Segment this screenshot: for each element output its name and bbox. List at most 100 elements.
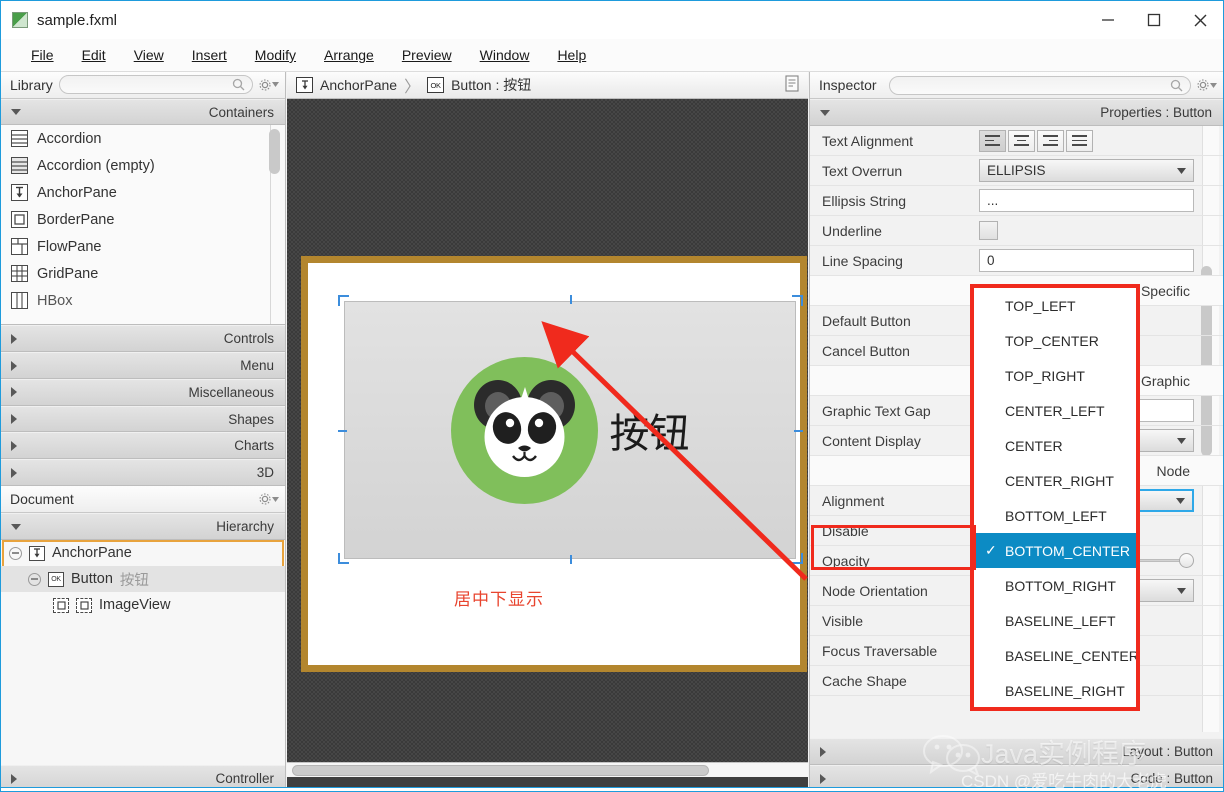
- dropdown-option-bottom-right[interactable]: BOTTOM_RIGHT: [974, 568, 1136, 603]
- menu-arrange[interactable]: Arrange: [310, 44, 388, 66]
- library-item-label: HBox: [37, 292, 73, 309]
- dropdown-option-top-right[interactable]: TOP_RIGHT: [974, 358, 1136, 393]
- document-section-hierarchy[interactable]: Hierarchy: [1, 513, 285, 540]
- library-item-borderpane[interactable]: BorderPane: [1, 206, 285, 233]
- selection-handle-tl[interactable]: [338, 295, 349, 306]
- menu-modify[interactable]: Modify: [241, 44, 310, 66]
- library-item-label: AnchorPane: [37, 184, 117, 201]
- line-spacing-input[interactable]: 0: [979, 249, 1194, 272]
- library-scrollbar-track[interactable]: [269, 125, 283, 325]
- collapse-toggle-icon[interactable]: [28, 572, 41, 586]
- selection-handle-ml[interactable]: [338, 425, 349, 436]
- ellipsis-string-input[interactable]: ...: [979, 189, 1194, 212]
- option-label: TOP_LEFT: [1005, 297, 1076, 314]
- layout-section-label: Layout : Button: [1122, 744, 1213, 759]
- selection-handle-mr[interactable]: [794, 425, 805, 436]
- property-label: Cache Shape: [822, 672, 907, 689]
- inspector-section-layout[interactable]: Layout : Button: [810, 738, 1223, 765]
- menu-view[interactable]: View: [120, 44, 178, 66]
- library-section-shapes[interactable]: Shapes: [1, 405, 285, 433]
- align-left-button[interactable]: [979, 129, 1006, 152]
- canvas-hscrollbar-thumb[interactable]: [292, 765, 709, 776]
- chevron-right-icon: [11, 360, 17, 371]
- dropdown-option-baseline-center[interactable]: BASELINE_CENTER: [974, 638, 1136, 673]
- menu-arrange-label: Arrange: [324, 47, 374, 63]
- underline-checkbox[interactable]: [979, 221, 998, 240]
- canvas-button[interactable]: 按钮: [344, 301, 796, 559]
- library-item-accordion-empty[interactable]: Accordion (empty): [1, 152, 285, 179]
- library-item-flowpane[interactable]: FlowPane: [1, 233, 285, 260]
- library-section-miscellaneous-label: Miscellaneous: [188, 384, 274, 400]
- dropdown-option-center[interactable]: CENTER: [974, 428, 1136, 463]
- alignment-dropdown[interactable]: TOP_LEFT TOP_CENTER TOP_RIGHT CENTER_LEF…: [970, 284, 1140, 711]
- chevron-down-icon: [1177, 437, 1186, 444]
- align-justify-button[interactable]: [1066, 129, 1093, 152]
- design-canvas[interactable]: 按钮 居中下显示: [287, 99, 808, 777]
- menu-edit-label: Edit: [81, 47, 106, 63]
- imageview-icon: [53, 597, 69, 613]
- tree-item-button[interactable]: OK Button 按钮: [1, 566, 285, 592]
- menu-help[interactable]: Help: [543, 44, 600, 66]
- menu-insert[interactable]: Insert: [178, 44, 241, 66]
- menu-edit[interactable]: Edit: [68, 44, 120, 66]
- selection-handle-bc[interactable]: [565, 555, 576, 566]
- menu-window[interactable]: Window: [466, 44, 544, 66]
- property-row-line-spacing: Line Spacing 0: [810, 246, 1223, 276]
- dropdown-option-center-left[interactable]: CENTER_LEFT: [974, 393, 1136, 428]
- dropdown-option-bottom-center[interactable]: ✓ BOTTOM_CENTER: [974, 533, 1136, 568]
- library-item-accordion[interactable]: Accordion: [1, 125, 285, 152]
- library-item-anchorpane[interactable]: AnchorPane: [1, 179, 285, 206]
- canvas-hscrollbar[interactable]: [287, 762, 808, 777]
- option-label: CENTER_LEFT: [1005, 402, 1105, 419]
- dropdown-option-center-right[interactable]: CENTER_RIGHT: [974, 463, 1136, 498]
- maximize-icon[interactable]: [1131, 1, 1177, 39]
- library-search-input[interactable]: [58, 75, 253, 95]
- document-icon[interactable]: [785, 75, 800, 95]
- inspector-section-properties[interactable]: Properties : Button: [810, 99, 1223, 126]
- inspector-title: Inspector: [819, 77, 877, 93]
- library-section-menu[interactable]: Menu: [1, 352, 285, 379]
- dropdown-option-bottom-left[interactable]: BOTTOM_LEFT: [974, 498, 1136, 533]
- library-section-miscellaneous[interactable]: Miscellaneous: [1, 378, 285, 406]
- collapse-toggle-icon[interactable]: [9, 546, 22, 560]
- selection-handle-tr[interactable]: [792, 295, 803, 306]
- align-center-button[interactable]: [1008, 129, 1035, 152]
- tree-item-anchorpane[interactable]: AnchorPane: [1, 540, 285, 566]
- selection-handle-br[interactable]: [792, 553, 803, 564]
- property-row-text-overrun: Text Overrun ELLIPSIS: [810, 156, 1223, 186]
- selection-handle-tc[interactable]: [565, 295, 576, 306]
- close-icon[interactable]: [1177, 1, 1223, 39]
- opacity-slider-knob[interactable]: [1179, 553, 1194, 568]
- dropdown-option-top-left[interactable]: TOP_LEFT: [974, 288, 1136, 323]
- dropdown-option-baseline-right[interactable]: BASELINE_RIGHT: [974, 673, 1136, 707]
- property-row-ellipsis-string: Ellipsis String ...: [810, 186, 1223, 216]
- library-section-charts[interactable]: Charts: [1, 432, 285, 460]
- library-scrollbar-thumb[interactable]: [269, 129, 280, 175]
- document-settings-button[interactable]: [259, 493, 279, 505]
- minimize-icon[interactable]: [1085, 1, 1131, 39]
- tree-item-imageview[interactable]: ImageView: [1, 592, 285, 618]
- breadcrumb-leaf[interactable]: Button : 按钮: [451, 75, 531, 95]
- gear-icon: [1197, 79, 1209, 91]
- library-settings-button[interactable]: [259, 79, 279, 91]
- library-item-hbox[interactable]: HBox: [1, 287, 285, 314]
- dropdown-option-baseline-left[interactable]: BASELINE_LEFT: [974, 603, 1136, 638]
- library-panel: Library Containers Accordion Accordion (…: [1, 72, 286, 486]
- menu-file[interactable]: File: [17, 44, 68, 66]
- menu-preview[interactable]: Preview: [388, 44, 466, 66]
- align-right-button[interactable]: [1037, 129, 1064, 152]
- canvas-anchorpane[interactable]: 按钮 居中下显示: [308, 263, 803, 665]
- search-icon: [232, 79, 245, 91]
- text-overrun-combo[interactable]: ELLIPSIS: [979, 159, 1194, 182]
- dropdown-option-top-center[interactable]: TOP_CENTER: [974, 323, 1136, 358]
- inspector-settings-button[interactable]: [1197, 79, 1217, 91]
- document-header: Document: [1, 486, 285, 513]
- library-section-3d[interactable]: 3D: [1, 459, 285, 486]
- library-item-gridpane[interactable]: GridPane: [1, 260, 285, 287]
- library-section-containers[interactable]: Containers: [1, 98, 285, 126]
- library-section-charts-label: Charts: [234, 438, 274, 454]
- breadcrumb-root[interactable]: AnchorPane: [320, 77, 397, 93]
- inspector-search-input[interactable]: [888, 75, 1191, 95]
- selection-handle-bl[interactable]: [338, 553, 349, 564]
- library-section-controls[interactable]: Controls: [1, 325, 285, 353]
